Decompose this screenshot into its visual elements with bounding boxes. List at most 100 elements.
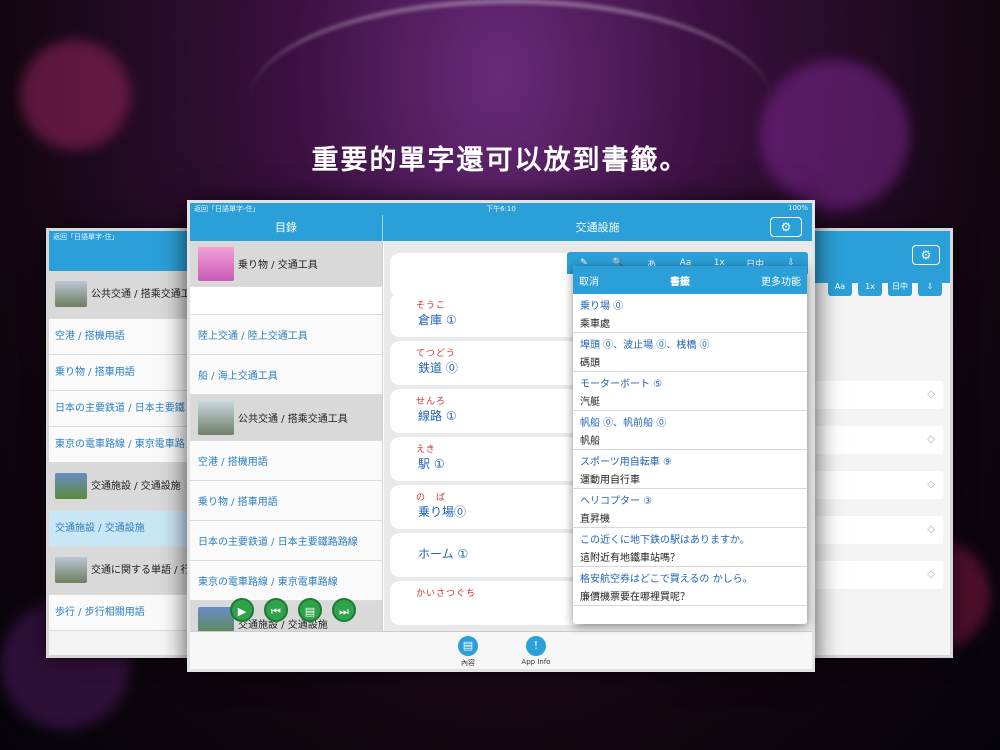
sidebar-item-label: 東京の電車路線 / 東京電車路線 [198, 577, 338, 588]
bookmark-item[interactable]: 埠頭 ⓪、波止場 ⓪、桟橋 ⓪ 碼頭 [573, 333, 807, 372]
vocab-card[interactable]: かいさつぐち [390, 581, 590, 625]
sidebar-item[interactable]: 空港 / 搭機用語 [190, 441, 382, 481]
play-icon[interactable]: ▶ [230, 598, 254, 622]
bookmark-japanese: ヘリコプター ③ [580, 496, 653, 507]
sidebar-item[interactable]: 日本の主要鉄道 / 日本主要鐵路路線 [190, 521, 382, 561]
vocab-word: 倉庫 ① [418, 313, 457, 327]
sidebar-item-label: 乗り物 / 搭車用語 [55, 367, 135, 378]
furigana-reading: かいさつぐち [416, 589, 477, 599]
page-title: 交通設施 [575, 221, 620, 234]
download-icon[interactable]: ⇩ [918, 278, 942, 296]
sidebar-spacer [190, 287, 382, 315]
bookmark-chinese: 乘車處 [580, 319, 610, 330]
tab-label: App Info [521, 658, 551, 666]
vocab-card[interactable]: せんろ 線路 ① [390, 389, 590, 433]
bookmark-chinese: 碼頭 [580, 358, 600, 369]
vocab-card[interactable]: えき駅 ① [390, 437, 590, 481]
bookmark-item[interactable]: 乗り場 ⓪ 乘車處 [573, 294, 807, 333]
back-screenshot-right: ⚙ Aa 1x 日中 ⇩ ◇ ◇ ◇ ◇ ◇ [795, 228, 953, 658]
sidebar-item[interactable]: 東京の電車路線 / 東京電車路線 [190, 561, 382, 601]
list-item[interactable]: ◇ [808, 471, 943, 499]
thumbnail-image [55, 281, 87, 307]
bokeh-light [760, 60, 910, 210]
bookmark-japanese: 乗り場 ⓪ [580, 301, 624, 312]
bookmark-item[interactable]: この近くに地下鉄の駅はありますか。 這附近有地鐵車站嗎？ [573, 528, 807, 567]
vocab-word: 駅 ① [418, 457, 445, 471]
bokeh-light [20, 40, 130, 150]
bookmark-japanese: この近くに地下鉄の駅はありますか。 [580, 535, 750, 546]
furigana-reading: えき [416, 445, 436, 455]
gear-icon[interactable]: ⚙ [770, 217, 802, 237]
thumbnail-image [55, 473, 87, 499]
sidebar-item-label: 公共交通 / 搭乘交通工具 [238, 414, 348, 425]
vocab-card[interactable]: の ば乗り場⓪ [390, 485, 590, 529]
bookmark-item[interactable]: ヘリコプター ③ 直昇機 [573, 489, 807, 528]
thumbnail-image [198, 606, 234, 634]
sidebar-item-label: 乗り物 / 交通工具 [238, 260, 318, 271]
sidebar-section-header[interactable]: 乗り物 / 交通工具 [190, 241, 382, 287]
sidebar-item-label: 交通施設 / 交通設施 [55, 523, 145, 534]
tag-icon[interactable]: ◇ [927, 389, 935, 400]
sidebar-item[interactable]: 乗り物 / 搭車用語 [190, 481, 382, 521]
list-icon[interactable]: ▤ [298, 598, 322, 622]
sidebar-item-label: 交通施設 / 交通設施 [91, 481, 181, 492]
thumbnail-image [198, 400, 234, 435]
furigana-reading: てつどう [416, 349, 456, 359]
sidebar-item-label: 陸上交通 / 陸上交通工具 [198, 331, 308, 342]
thumbnail-image [55, 557, 87, 583]
vocab-card[interactable]: そうこ 倉庫 ① [390, 293, 590, 337]
vocab-card[interactable] [390, 253, 590, 297]
popover-header: 取消 書籤 更多功能 [573, 266, 807, 294]
next-icon[interactable]: ⏭ [332, 598, 356, 622]
bookmark-item[interactable]: スポーツ用自転車 ⑨ 運動用自行車 [573, 450, 807, 489]
bookmark-japanese: 埠頭 ⓪、波止場 ⓪、桟橋 ⓪ [580, 340, 710, 351]
info-icon: ! [526, 636, 546, 656]
tag-icon[interactable]: ◇ [927, 479, 935, 490]
battery-level: 100% [787, 204, 808, 212]
thumbnail-image [198, 246, 234, 281]
status-bar [798, 231, 950, 243]
tab-bar: ▤ 內容 ! App Info [190, 631, 812, 669]
bookmark-chinese: 直昇機 [580, 514, 610, 525]
bookmark-japanese: スポーツ用自転車 ⑨ [580, 457, 672, 468]
tab-content[interactable]: ▤ 內容 [438, 636, 498, 668]
bookmark-item[interactable]: 格安航空券はどこで買えるの かしら。 廉價機票要在哪裡買呢？ [573, 567, 807, 606]
sidebar-item-label: 日本の主要鉄道 / 日本主要鐵 [55, 403, 185, 414]
headline: 重要的單字還可以放到書籤。 [311, 145, 689, 176]
language-toggle[interactable]: 日中 [888, 278, 912, 296]
nav-bar: 目錄 交通設施 ⚙ [190, 215, 812, 241]
sidebar-item[interactable]: 陸上交通 / 陸上交通工具 [190, 315, 382, 355]
previous-icon[interactable]: ⏮ [264, 598, 288, 622]
tag-icon[interactable]: ◇ [927, 524, 935, 535]
tab-app-info[interactable]: ! App Info [506, 636, 566, 666]
tag-icon[interactable]: ◇ [927, 434, 935, 445]
cancel-button[interactable]: 取消 [579, 273, 599, 288]
sidebar-section-header[interactable]: 公共交通 / 搭乘交通工具 [190, 395, 382, 441]
vocab-word: 乗り場⓪ [418, 505, 467, 519]
sidebar-item[interactable]: 船 / 海上交通工具 [190, 355, 382, 395]
sidebar-item-label: 船 / 海上交通工具 [198, 371, 278, 382]
vocab-word: 線路 ① [418, 409, 457, 423]
vocab-card[interactable]: ホーム ① [390, 533, 590, 577]
vocab-card[interactable]: てつどう鉄道 ⓪ [390, 341, 590, 385]
gear-icon[interactable]: ⚙ [912, 245, 940, 265]
status-bar: 返回「日語單字-住」 下午6:10 100% [190, 203, 812, 215]
speed-button[interactable]: 1x [858, 278, 882, 296]
bookmark-chinese: 汽艇 [580, 397, 600, 408]
vocab-word: 鉄道 ⓪ [418, 361, 458, 375]
list-item[interactable]: ◇ [808, 426, 943, 454]
sidebar-item-label: 東京の電車路線 / 東京電車路 [55, 439, 185, 450]
list-item[interactable]: ◇ [808, 561, 943, 589]
bookmark-item[interactable]: モーターボート ⑤ 汽艇 [573, 372, 807, 411]
list-item[interactable]: ◇ [808, 516, 943, 544]
more-button[interactable]: 更多功能 [761, 273, 801, 288]
tag-icon[interactable]: ◇ [927, 569, 935, 580]
sidebar-item-label: 公共交通 / 搭乘交通工 [91, 289, 191, 300]
list-item[interactable]: ◇ [808, 381, 943, 409]
sidebar-item-label: 空港 / 搭機用語 [55, 331, 125, 342]
status-time: 下午6:10 [486, 205, 516, 213]
bookmark-item[interactable]: 帆船 ⓪、帆前船 ⓪ 帆船 [573, 411, 807, 450]
sidebar-item-label: 日本の主要鉄道 / 日本主要鐵路路線 [198, 537, 358, 548]
furigana-reading: の ば [416, 493, 447, 503]
font-size-button[interactable]: Aa [828, 278, 852, 296]
